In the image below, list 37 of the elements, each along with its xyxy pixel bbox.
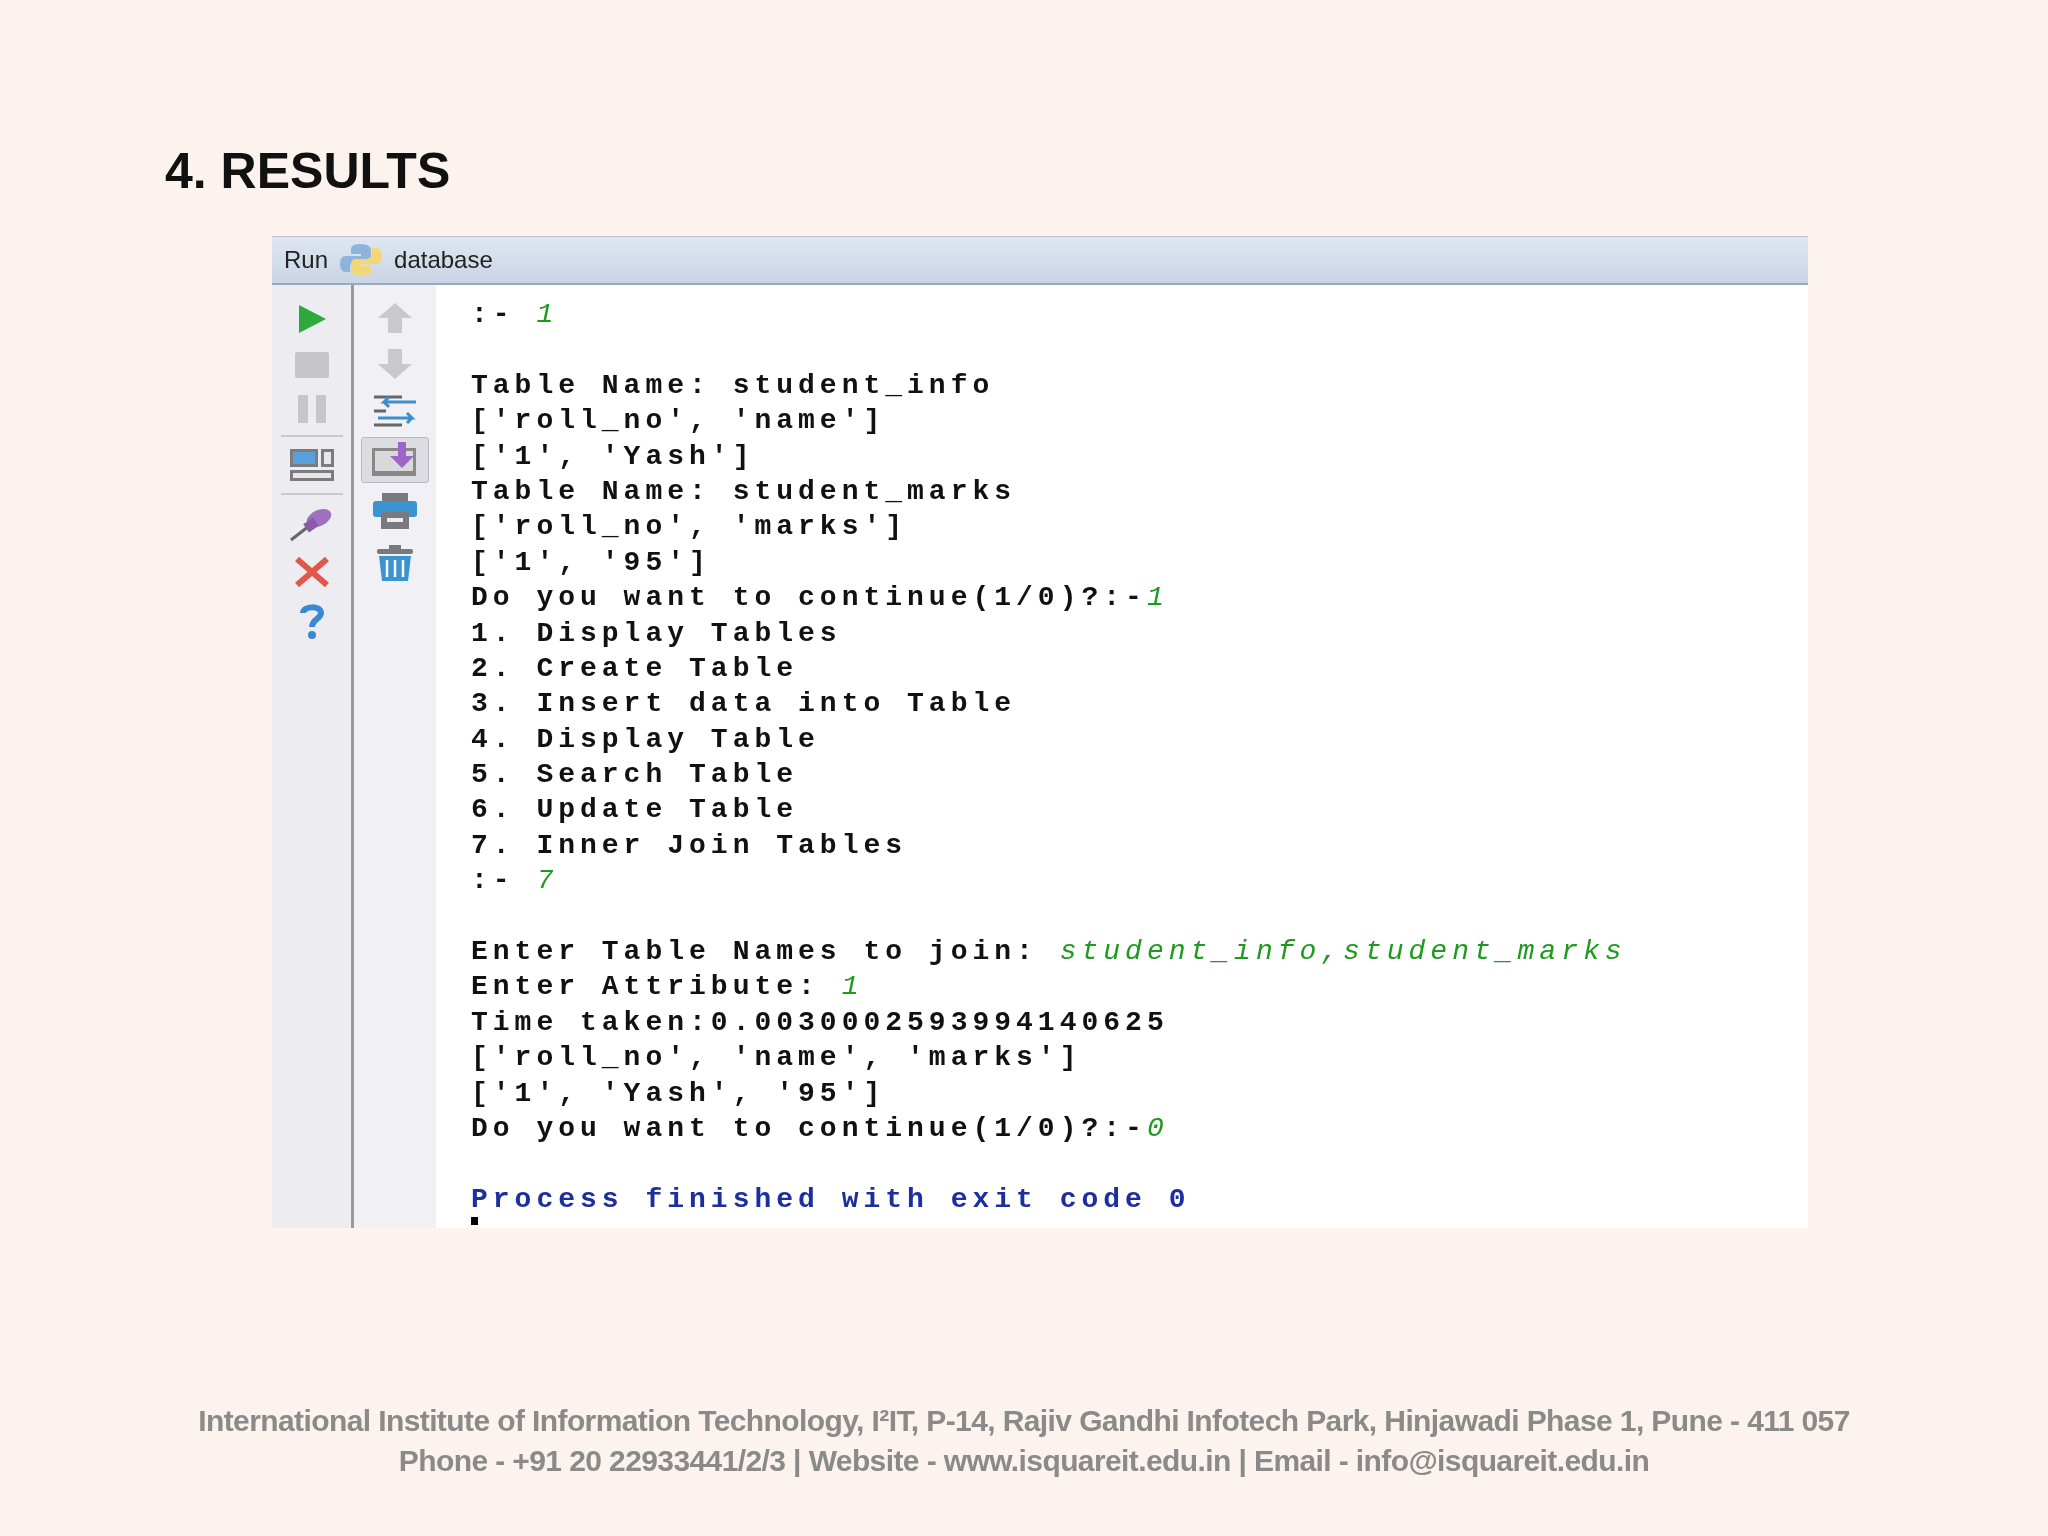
console-line: ['1', 'Yash', '95'] [471, 1077, 886, 1109]
help-icon[interactable] [297, 602, 326, 640]
console-line: :- 7 [471, 865, 559, 897]
console-line: Table Name: student_info [471, 369, 995, 401]
console-line: 6. Update Table [471, 794, 799, 826]
console-line: ['roll_no', 'marks'] [471, 511, 908, 543]
console-line: Enter Table Names to join: student_info,student_marks [471, 936, 1627, 968]
run-configuration-name: database [394, 246, 493, 274]
console-line: Do you want to continue(1/0)?:-1 [471, 582, 1169, 614]
layout-icon[interactable] [288, 448, 335, 482]
console-line: 3. Insert data into Table [471, 688, 1017, 720]
scroll-to-end-button[interactable] [361, 437, 429, 483]
python-logo-icon [340, 242, 383, 278]
console-line: 5. Search Table [471, 759, 799, 791]
trash-icon[interactable] [374, 544, 416, 582]
print-icon[interactable] [372, 492, 418, 530]
footer-text: International Institute of Information Technology, I²IT, P-14, Rajiv Gandhi Infotech Park, Hinjawadi Phase 1, Pune - 411 057 [198, 1403, 1850, 1439]
console-line: :- 1 [471, 299, 559, 330]
console-line: ['1', '95'] [471, 546, 711, 578]
console-line: ['roll_no', 'name'] [471, 405, 886, 437]
console-line: ['roll_no', 'name', 'marks'] [471, 1042, 1082, 1074]
run-tab-label: Run [284, 246, 329, 274]
console-line: Do you want to continue(1/0)?:-0 [471, 1113, 1169, 1144]
soft-wrap-icon[interactable] [372, 394, 418, 428]
console-line: 4. Display Table [471, 723, 820, 755]
console-line: Table Name: student_marks [471, 475, 1017, 507]
close-icon[interactable] [293, 556, 330, 588]
console-line: 7. Inner Join Tables [471, 829, 908, 861]
text-cursor [471, 1217, 478, 1226]
footer-text: Phone - +91 20 22933441/2/3 | Website - www.isquareit.edu.in | Email - info@isquareit.edu.in [398, 1443, 1650, 1479]
console-line: Time taken:0.0030002593994140625 [471, 1006, 1169, 1038]
console-line: Process finished with exit code 0 [471, 1183, 1191, 1215]
console-line: Enter Attribute: 1 [471, 971, 864, 1003]
console-line: 2. Create Table [471, 652, 799, 684]
console-line: 1. Display Tables [471, 617, 842, 649]
slide-title: 4. RESULTS [165, 142, 451, 200]
console-line: ['1', 'Yash'] [471, 440, 755, 472]
